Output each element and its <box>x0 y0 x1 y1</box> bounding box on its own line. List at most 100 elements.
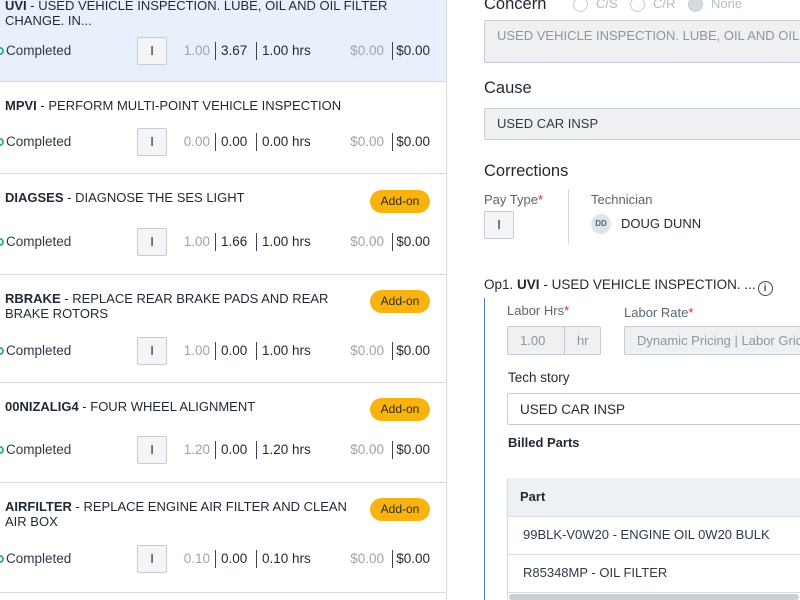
radio-none-label: None <box>711 0 743 11</box>
status-text: Completed <box>6 551 72 566</box>
status-text: Completed <box>6 134 72 149</box>
sold-hours: 1.00 <box>183 234 210 249</box>
part-name: R85348MP - OIL FILTER <box>523 565 668 580</box>
status-dot-icon <box>0 47 4 55</box>
status-dot-icon <box>0 238 4 246</box>
sold-hours: 1.00 <box>183 43 210 58</box>
status-dot-icon <box>0 555 4 563</box>
operation-detail-panel: Concern C/S C/R None USED VEHICLE INSPEC… <box>448 0 800 600</box>
status-dot-icon <box>0 446 4 454</box>
cause-field[interactable]: USED CAR INSP <box>484 108 800 140</box>
addon-badge: Add-on <box>370 498 430 521</box>
list-price: $0.00 <box>350 343 384 358</box>
radio-cr-label: C/R <box>653 0 676 11</box>
pay-type-field[interactable]: I <box>484 211 514 239</box>
corrections-heading: Corrections <box>484 162 569 180</box>
operation-item-00nizalig4[interactable]: 00NIZALIG4 - FOUR WHEEL ALIGNMENT Add-on… <box>0 383 446 483</box>
operation-title: UVI - USED VEHICLE INSPECTION. LUBE, OIL… <box>5 0 388 28</box>
billed-hours: 1.20 hrs <box>262 442 311 457</box>
sold-hours: 0.00 <box>183 134 210 149</box>
operation-item-diagses[interactable]: DIAGSES - DIAGNOSE THE SES LIGHT Add-on … <box>0 174 446 275</box>
radio-none[interactable] <box>688 0 703 12</box>
radio-cs-label: C/S <box>596 0 618 11</box>
technician-label: Technician <box>591 192 653 207</box>
actual-hours: 1.66 <box>221 234 248 249</box>
part-name: 99BLK-V0W20 - ENGINE OIL 0W20 BULK <box>523 527 770 542</box>
sold-hours: 0.10 <box>183 551 210 566</box>
operation-title: RBRAKE - REPLACE REAR BRAKE PADS AND REA… <box>5 291 329 321</box>
actual-hours: 0.00 <box>221 343 248 358</box>
radio-cr[interactable] <box>630 0 645 12</box>
operation-title: DIAGSES - DIAGNOSE THE SES LIGHT <box>5 190 245 205</box>
status-text: Completed <box>6 343 72 358</box>
list-price: $0.00 <box>350 551 384 566</box>
operation-item-uvi[interactable]: UVI - USED VEHICLE INSPECTION. LUBE, OIL… <box>0 0 446 82</box>
status-dot-icon <box>0 347 4 355</box>
actual-hours: 0.00 <box>221 442 248 457</box>
operation-title: AIRFILTER - REPLACE ENGINE AIR FILTER AN… <box>5 499 347 529</box>
billed-hours: 1.00 hrs <box>262 343 311 358</box>
tech-story-label: Tech story <box>508 370 570 385</box>
billed-hours: 1.00 hrs <box>262 234 311 249</box>
operation-item-mpvi[interactable]: MPVI - PERFORM MULTI-POINT VEHICLE INSPE… <box>0 82 446 174</box>
avatar: DD <box>591 214 611 234</box>
sold-hours: 1.00 <box>183 343 210 358</box>
operation-title: 00NIZALIG4 - FOUR WHEEL ALIGNMENT <box>5 399 256 414</box>
pay-type-box[interactable]: I <box>137 436 167 464</box>
tech-story-field[interactable]: USED CAR INSP <box>507 393 800 425</box>
status-text: Completed <box>6 234 72 249</box>
addon-badge: Add-on <box>370 290 430 313</box>
list-price: $0.00 <box>350 234 384 249</box>
cause-heading: Cause <box>484 79 532 97</box>
part-column-header: Part <box>520 489 546 504</box>
concern-heading: Concern <box>484 0 547 13</box>
labor-hrs-unit: hr <box>564 326 601 355</box>
labor-hrs-input[interactable]: 1.00 <box>507 326 565 355</box>
operation-title: MPVI - PERFORM MULTI-POINT VEHICLE INSPE… <box>5 98 342 113</box>
billed-hours: 0.10 hrs <box>262 551 311 566</box>
total-price: $0.00 <box>396 43 430 58</box>
operations-list: UVI - USED VEHICLE INSPECTION. LUBE, OIL… <box>0 0 447 600</box>
list-price: $0.00 <box>350 43 384 58</box>
total-price: $0.00 <box>396 134 430 149</box>
horizontal-scrollbar[interactable] <box>509 594 799 600</box>
addon-badge: Add-on <box>370 190 430 213</box>
billed-hours: 1.00 hrs <box>262 43 311 58</box>
status-text: Completed <box>6 43 72 58</box>
labor-rate-select[interactable]: Dynamic Pricing | Labor Grid <box>624 326 800 355</box>
billed-parts-label: Billed Parts <box>508 435 580 450</box>
total-price: $0.00 <box>396 442 430 457</box>
table-row[interactable]: 99BLK-V0W20 - ENGINE OIL 0W20 BULK <box>508 517 800 555</box>
total-price: $0.00 <box>396 551 430 566</box>
pay-type-box[interactable]: I <box>137 337 167 365</box>
parts-table: Part 99BLK-V0W20 - ENGINE OIL 0W20 BULK … <box>507 478 800 600</box>
radio-cs[interactable] <box>573 0 588 12</box>
concern-field[interactable]: USED VEHICLE INSPECTION. LUBE, OIL AND O… <box>484 20 800 63</box>
pay-type-box[interactable]: I <box>137 228 167 256</box>
parts-table-header: Part <box>508 478 800 517</box>
status-text: Completed <box>6 442 72 457</box>
table-row[interactable]: R85348MP - OIL FILTER <box>508 555 800 593</box>
actual-hours: 3.67 <box>221 43 248 58</box>
labor-rate-label: Labor Rate* <box>624 305 694 320</box>
pay-type-box[interactable]: I <box>137 545 167 573</box>
actual-hours: 0.00 <box>221 134 248 149</box>
status-dot-icon <box>0 138 4 146</box>
pay-type-box[interactable]: I <box>137 128 167 156</box>
list-price: $0.00 <box>350 442 384 457</box>
op-title: Op1. UVI - USED VEHICLE INSPECTION. ... i <box>484 277 773 296</box>
operation-item-rbrake[interactable]: RBRAKE - REPLACE REAR BRAKE PADS AND REA… <box>0 275 446 383</box>
operation-item-airfilter[interactable]: AIRFILTER - REPLACE ENGINE AIR FILTER AN… <box>0 483 446 593</box>
actual-hours: 0.00 <box>221 551 248 566</box>
pay-type-label: Pay Type* <box>484 192 544 207</box>
labor-hrs-label: Labor Hrs* <box>507 303 570 318</box>
addon-badge: Add-on <box>370 398 430 421</box>
list-price: $0.00 <box>350 134 384 149</box>
sold-hours: 1.20 <box>183 442 210 457</box>
total-price: $0.00 <box>396 343 430 358</box>
billed-hours: 0.00 hrs <box>262 134 311 149</box>
pay-type-box[interactable]: I <box>137 37 167 65</box>
total-price: $0.00 <box>396 234 430 249</box>
info-icon[interactable]: i <box>757 281 773 296</box>
technician-name: DOUG DUNN <box>621 216 702 231</box>
